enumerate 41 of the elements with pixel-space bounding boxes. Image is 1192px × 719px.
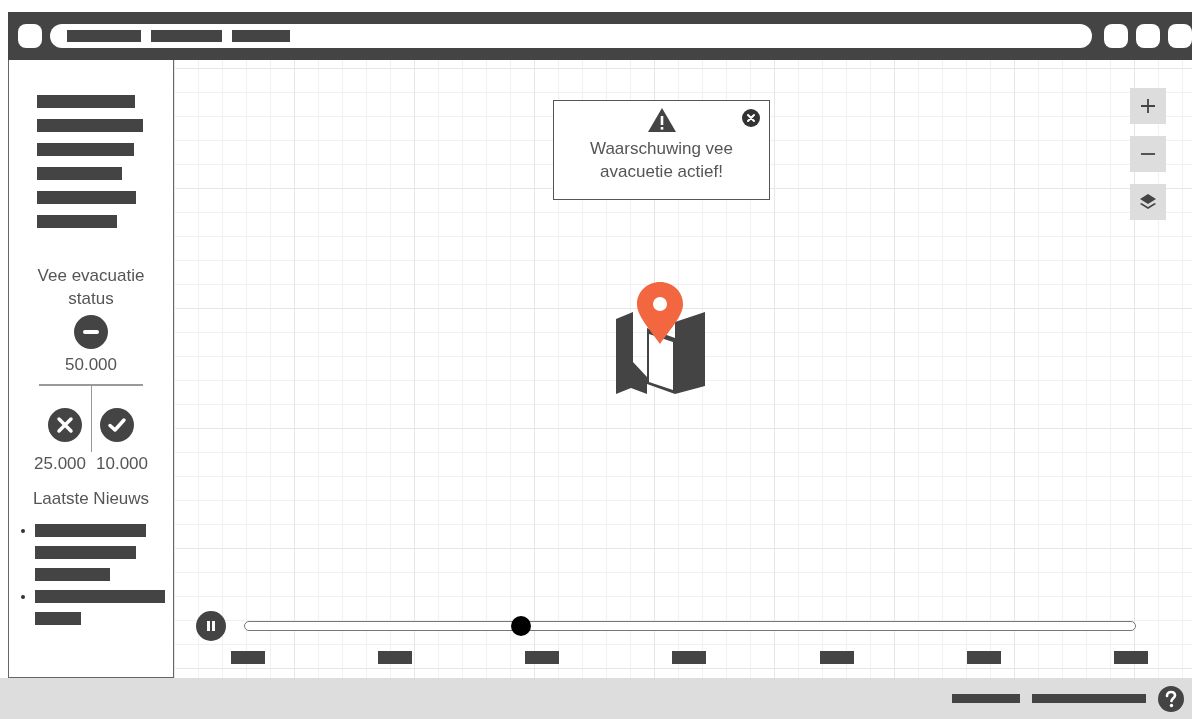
total-count: 50.000 <box>65 354 117 376</box>
timeline-slider[interactable] <box>244 616 1136 636</box>
window-button[interactable] <box>1136 24 1160 48</box>
news-title: Laatste Nieuws <box>32 488 150 510</box>
close-button[interactable] <box>742 109 760 127</box>
window-button[interactable] <box>18 24 42 48</box>
pause-button[interactable] <box>196 611 226 641</box>
layers-icon <box>1139 193 1157 211</box>
slider-thumb[interactable] <box>510 616 531 636</box>
warning-icon <box>646 107 677 133</box>
placeholder-bar <box>378 651 413 664</box>
window-button[interactable] <box>1168 24 1192 48</box>
minus-icon <box>1140 153 1156 155</box>
placeholder-bar <box>232 30 290 42</box>
minus-icon <box>74 315 108 349</box>
layers-button[interactable] <box>1130 184 1166 220</box>
placeholder-bar <box>1113 651 1148 664</box>
help-icon[interactable] <box>1158 685 1184 712</box>
placeholder-bar <box>35 612 81 625</box>
zoom-out-button[interactable] <box>1130 136 1166 172</box>
alert-message: Waarschuwing vee avacuetie actief! <box>589 138 734 183</box>
bullet-icon <box>21 529 25 533</box>
placeholder-bar <box>151 30 222 42</box>
status-title: Vee evacuatie status <box>36 265 146 310</box>
plus-icon <box>1140 98 1156 114</box>
bullet-icon <box>21 595 25 599</box>
window-button[interactable] <box>1104 24 1128 48</box>
succeeded-count: 10.000 <box>96 453 148 475</box>
placeholder-bar <box>952 694 1020 703</box>
address-bar[interactable] <box>50 24 1092 48</box>
cross-icon <box>47 408 82 442</box>
placeholder-bar <box>672 651 707 664</box>
placeholder-bar <box>819 651 854 664</box>
map-area[interactable]: Waarschuwing vee avacuetie actief! <box>174 60 1192 678</box>
placeholder-bar <box>231 651 265 664</box>
checkmark-icon <box>100 408 135 442</box>
pause-icon <box>205 620 217 632</box>
placeholder-bar <box>525 651 560 664</box>
zoom-in-button[interactable] <box>1130 88 1166 124</box>
failed-count: 25.000 <box>34 453 86 475</box>
placeholder-bar <box>966 651 1001 664</box>
